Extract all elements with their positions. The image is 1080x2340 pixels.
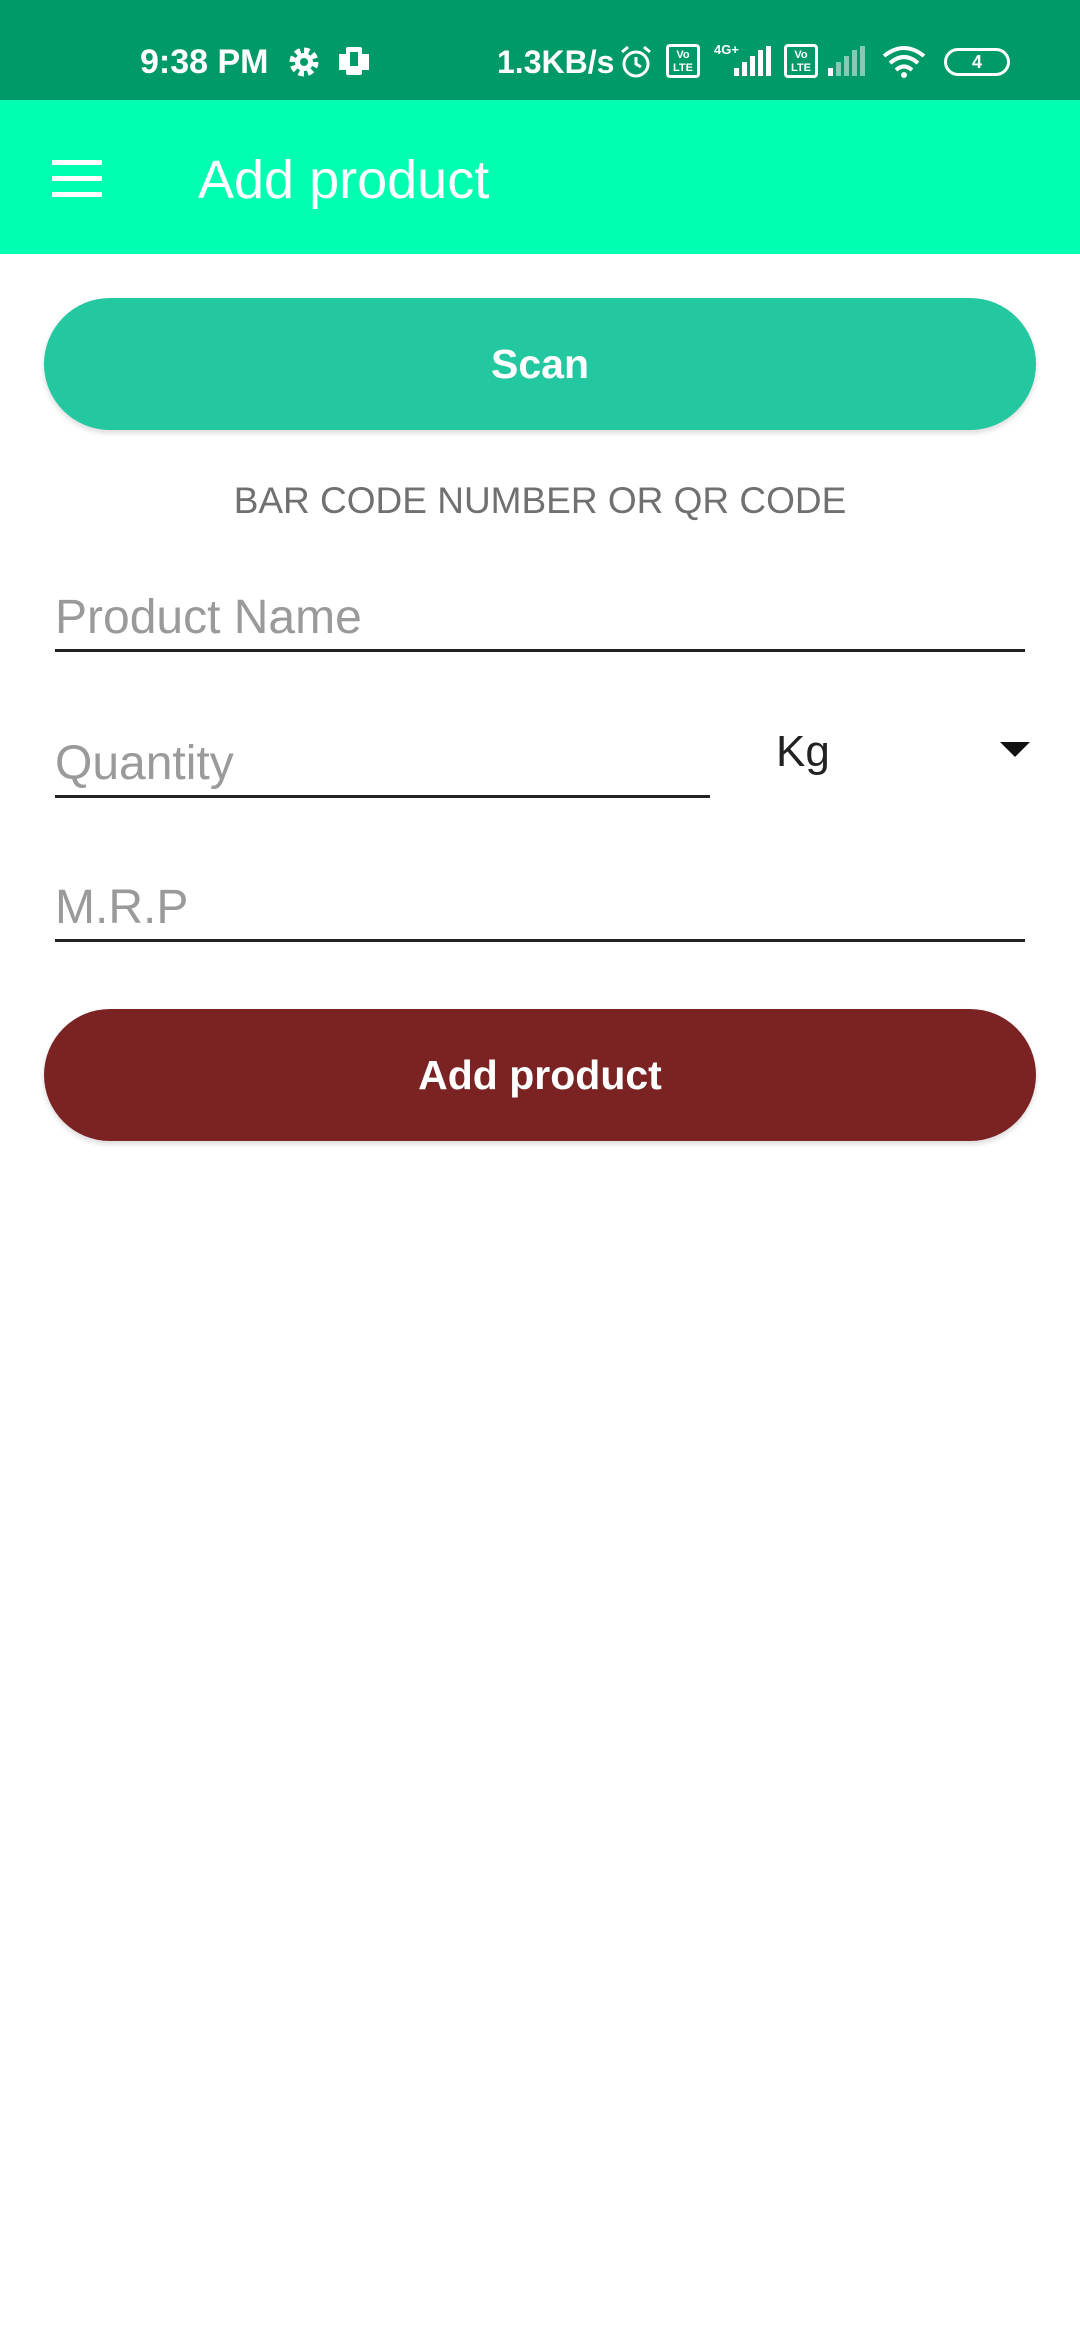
alarm-icon xyxy=(621,45,651,78)
signal-weak-icon xyxy=(828,46,865,76)
app-bar: Add product xyxy=(0,100,1080,254)
scan-button[interactable]: Scan xyxy=(44,298,1036,430)
wifi-icon xyxy=(882,46,926,78)
volte-badge-2: Vo LTE xyxy=(784,44,818,78)
mrp-input[interactable] xyxy=(55,868,1025,939)
barcode-label: BAR CODE NUMBER OR QR CODE xyxy=(233,480,847,521)
product-name-input[interactable] xyxy=(55,578,1025,649)
gear-icon xyxy=(289,47,319,77)
product-name-field-container xyxy=(55,578,1025,652)
battery-level: 4 xyxy=(971,52,982,72)
unit-dropdown[interactable]: Kg xyxy=(760,716,1030,786)
page-title: Add product xyxy=(198,150,490,210)
mrp-field-container xyxy=(55,868,1025,942)
quantity-field-container xyxy=(55,724,710,798)
network-speed: 1.3KB/s xyxy=(497,44,615,80)
unit-selected-value: Kg xyxy=(776,727,830,776)
add-product-button[interactable]: Add product xyxy=(44,1009,1036,1141)
status-time: 9:38 PM xyxy=(140,43,269,81)
hamburger-menu-icon[interactable] xyxy=(36,140,116,220)
quantity-input[interactable] xyxy=(55,724,710,795)
battery-icon: 4 xyxy=(944,48,1010,76)
volte-badge-1: Vo LTE xyxy=(666,44,700,78)
screen-mirror-icon xyxy=(339,47,369,75)
signal-icon xyxy=(734,46,771,76)
status-bar: 9:38 PM 1.3KB/s Vo LTE 4G+ Vo LTE 4 xyxy=(0,0,1080,100)
dropdown-arrow-icon xyxy=(1000,742,1030,757)
